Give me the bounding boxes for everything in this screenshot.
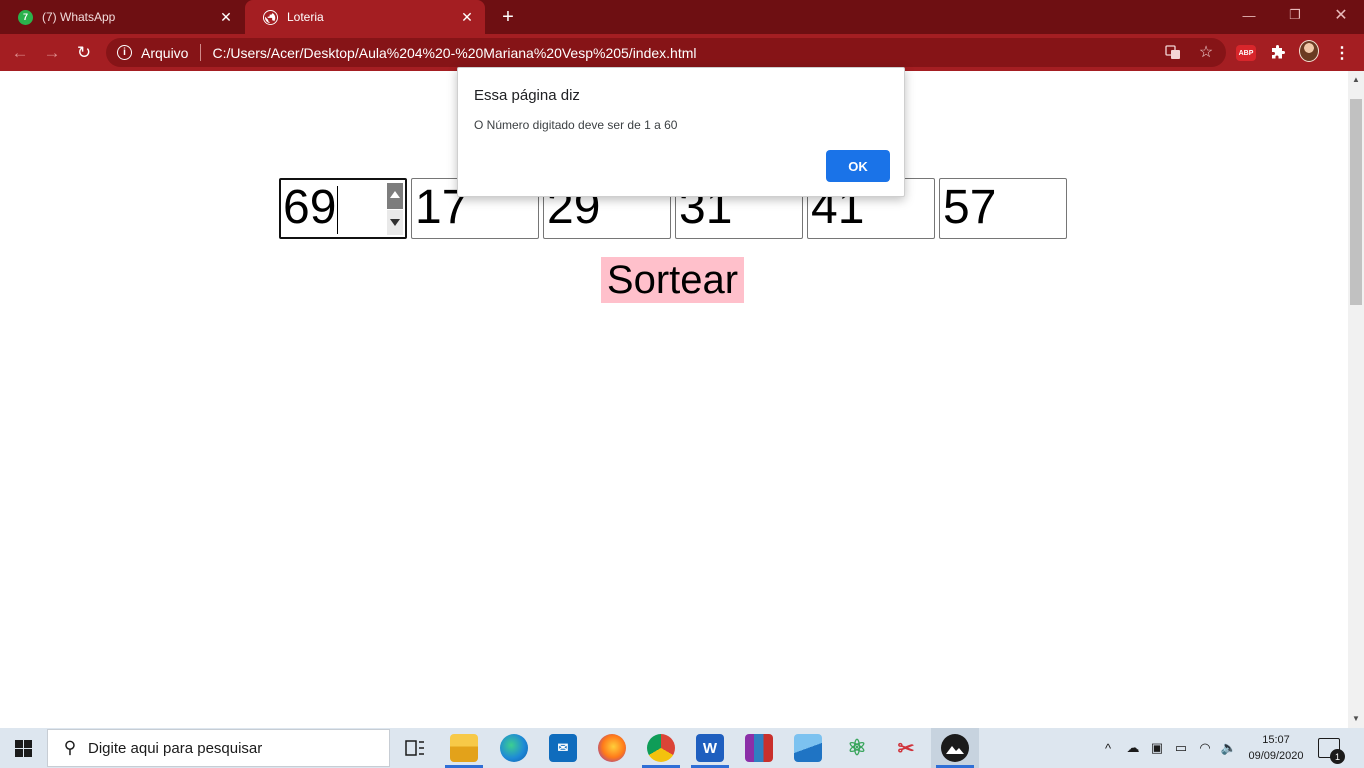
extensions-puzzle-icon[interactable] [1268, 43, 1288, 63]
scheme-label: Arquivo [141, 44, 189, 61]
security-icon[interactable]: ▣ [1146, 728, 1168, 768]
restore-icon[interactable]: ❐ [1272, 0, 1318, 30]
app-active-icon[interactable] [941, 734, 969, 762]
info-icon[interactable]: i [117, 45, 132, 60]
number-input-value: 69 [283, 181, 337, 234]
scroll-down-icon[interactable]: ▼ [1348, 712, 1364, 726]
winrar-icon[interactable] [745, 734, 773, 762]
tab-strip: 7 (7) WhatsApp ✕ Loteria ✕ + — ❐ ✕ [0, 0, 1364, 34]
url-text[interactable]: C:/Users/Acer/Desktop/Aula%204%20-%20Mar… [212, 45, 696, 61]
search-placeholder: Digite aqui para pesquisar [88, 739, 263, 757]
spin-down-icon[interactable] [387, 210, 403, 235]
adblock-plus-icon[interactable]: ABP [1236, 45, 1256, 61]
onedrive-icon[interactable]: ☁ [1122, 728, 1144, 768]
new-tab-button[interactable]: + [497, 6, 519, 28]
globe-icon [263, 9, 278, 25]
photos-icon[interactable] [794, 734, 822, 762]
bookmark-star-icon[interactable]: ☆ [1196, 42, 1216, 62]
menu-kebab-icon[interactable]: ⋮ [1332, 43, 1352, 63]
tab-loteria[interactable]: Loteria ✕ [245, 0, 485, 34]
reload-icon[interactable]: ↻ [71, 40, 97, 66]
task-view-icon[interactable] [401, 734, 429, 762]
tab-whatsapp[interactable]: 7 (7) WhatsApp ✕ [0, 0, 244, 34]
atom-icon[interactable]: ⚛ [843, 734, 871, 762]
profile-avatar[interactable] [1299, 40, 1319, 62]
snip-tool-icon[interactable]: ✂ [892, 734, 920, 762]
number-input-6[interactable]: 57 [939, 178, 1067, 239]
tab-title: Loteria [287, 10, 324, 24]
text-caret [337, 186, 338, 234]
spin-up-icon[interactable] [387, 183, 403, 209]
address-bar[interactable]: i Arquivo C:/Users/Acer/Desktop/Aula%204… [106, 38, 1226, 67]
number-input-value: 57 [943, 181, 997, 234]
whatsapp-icon: 7 [18, 9, 33, 25]
battery-icon[interactable]: ▭ [1170, 728, 1192, 768]
number-input-1[interactable]: 69 [279, 178, 407, 239]
clock-date: 09/09/2020 [1248, 750, 1304, 762]
show-hidden-icons-icon[interactable]: ^ [1098, 728, 1118, 768]
notification-badge: 1 [1330, 749, 1345, 764]
scroll-thumb[interactable] [1350, 99, 1362, 305]
volume-icon[interactable]: 🔈 [1218, 728, 1240, 768]
windows-logo-icon [14, 739, 32, 757]
forward-icon[interactable]: → [39, 40, 65, 66]
taskbar: ⚲ Digite aqui para pesquisar ✉ W ⚛ ✂ ^ ☁… [0, 728, 1364, 768]
page-scrollbar[interactable]: ▲ ▼ [1348, 71, 1364, 728]
chrome-icon[interactable] [647, 734, 675, 762]
edge-icon[interactable] [500, 734, 528, 762]
back-icon[interactable]: ← [7, 40, 33, 66]
clock-time: 15:07 [1262, 734, 1290, 746]
minimize-icon[interactable]: — [1226, 0, 1272, 30]
dialog-message: O Número digitado deve ser de 1 a 60 [474, 118, 678, 132]
taskbar-search[interactable]: ⚲ Digite aqui para pesquisar [47, 729, 390, 767]
close-tab-icon[interactable]: ✕ [218, 9, 234, 25]
ok-button[interactable]: OK [826, 150, 890, 182]
dialog-title: Essa página diz [474, 87, 580, 104]
word-icon[interactable]: W [696, 734, 724, 762]
translate-icon[interactable] [1163, 42, 1183, 62]
mail-icon[interactable]: ✉ [549, 734, 577, 762]
firefox-icon[interactable] [598, 734, 626, 762]
sortear-button[interactable]: Sortear [601, 257, 744, 303]
close-tab-icon[interactable]: ✕ [459, 9, 475, 25]
start-button[interactable] [0, 728, 46, 768]
close-window-icon[interactable]: ✕ [1318, 0, 1364, 30]
tab-title: (7) WhatsApp [42, 10, 116, 24]
file-explorer-icon[interactable] [450, 734, 478, 762]
divider [200, 44, 202, 61]
search-icon: ⚲ [63, 738, 77, 757]
scroll-up-icon[interactable]: ▲ [1348, 73, 1364, 87]
alert-dialog: Essa página diz O Número digitado deve s… [457, 67, 905, 197]
browser-toolbar: ← → ↻ i Arquivo C:/Users/Acer/Desktop/Au… [0, 34, 1364, 71]
system-clock[interactable]: 15:07 09/09/2020 [1244, 732, 1308, 764]
wifi-icon[interactable]: ◠ [1194, 728, 1216, 768]
number-spinner[interactable] [387, 183, 403, 235]
